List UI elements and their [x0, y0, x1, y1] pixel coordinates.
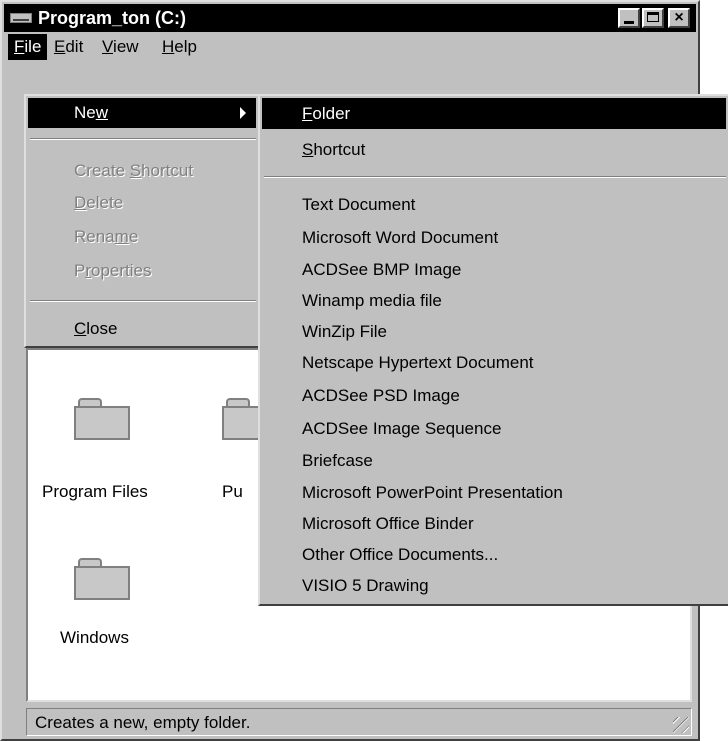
- folder-label[interactable]: Program Files: [42, 482, 148, 502]
- title-bar[interactable]: Program_ton (C:) ×: [4, 4, 696, 32]
- folder-icon[interactable]: [74, 398, 130, 440]
- folder-icon[interactable]: [74, 558, 130, 600]
- menu-edit[interactable]: Edit: [48, 34, 89, 60]
- close-button[interactable]: ×: [668, 8, 690, 28]
- close-icon: ×: [674, 9, 684, 26]
- menu-separator: [30, 300, 256, 302]
- window-title: Program_ton (C:): [38, 8, 186, 28]
- menu-separator: [264, 176, 726, 178]
- menu-view[interactable]: View: [96, 34, 145, 60]
- new-powerpoint-item[interactable]: Microsoft PowerPoint Presentation: [262, 477, 726, 508]
- new-office-binder-item[interactable]: Microsoft Office Binder: [262, 508, 726, 539]
- status-bar: Creates a new, empty folder.: [26, 708, 692, 736]
- maximize-button[interactable]: [642, 8, 664, 28]
- new-shortcut-item[interactable]: Shortcut: [262, 134, 726, 165]
- menu-bar: File Edit View Help: [4, 34, 696, 62]
- new-submenu: Folder Shortcut Text Document Microsoft …: [258, 94, 728, 606]
- file-menu-rename: Rename: [74, 227, 139, 246]
- file-menu-delete: Delete: [74, 193, 124, 212]
- new-briefcase-item[interactable]: Briefcase: [262, 445, 726, 476]
- new-text-document-item[interactable]: Text Document: [262, 189, 726, 220]
- new-image-sequence-item[interactable]: ACDSee Image Sequence: [262, 413, 726, 444]
- file-menu-new[interactable]: New: [28, 98, 256, 128]
- menu-help[interactable]: Help: [156, 34, 203, 60]
- new-other-office-item[interactable]: Other Office Documents...: [262, 539, 726, 570]
- resize-grip-icon[interactable]: [673, 717, 689, 733]
- file-menu: New Create Shortcut Delete Rename Proper…: [24, 94, 260, 348]
- new-word-document-item[interactable]: Microsoft Word Document: [262, 222, 726, 253]
- folder-label[interactable]: Windows: [60, 628, 129, 648]
- new-bmp-image-item[interactable]: ACDSee BMP Image: [262, 254, 726, 285]
- menu-separator: [30, 138, 256, 140]
- new-psd-image-item[interactable]: ACDSee PSD Image: [262, 380, 726, 411]
- new-winzip-file-item[interactable]: WinZip File: [262, 316, 726, 347]
- drive-icon: [10, 13, 32, 23]
- minimize-button[interactable]: [618, 8, 640, 28]
- new-folder-item[interactable]: Folder: [262, 98, 726, 129]
- file-menu-properties: Properties: [74, 261, 152, 280]
- new-visio-drawing-item[interactable]: VISIO 5 Drawing: [262, 570, 726, 601]
- submenu-arrow-icon: [240, 107, 246, 119]
- status-text: Creates a new, empty folder.: [35, 713, 251, 732]
- new-netscape-document-item[interactable]: Netscape Hypertext Document: [262, 347, 726, 378]
- file-menu-close[interactable]: Close: [28, 314, 256, 344]
- menu-file[interactable]: File: [8, 34, 48, 60]
- new-winamp-file-item[interactable]: Winamp media file: [262, 285, 726, 316]
- folder-label[interactable]: Pu: [222, 482, 243, 502]
- file-menu-create-shortcut: Create Shortcut: [74, 161, 194, 180]
